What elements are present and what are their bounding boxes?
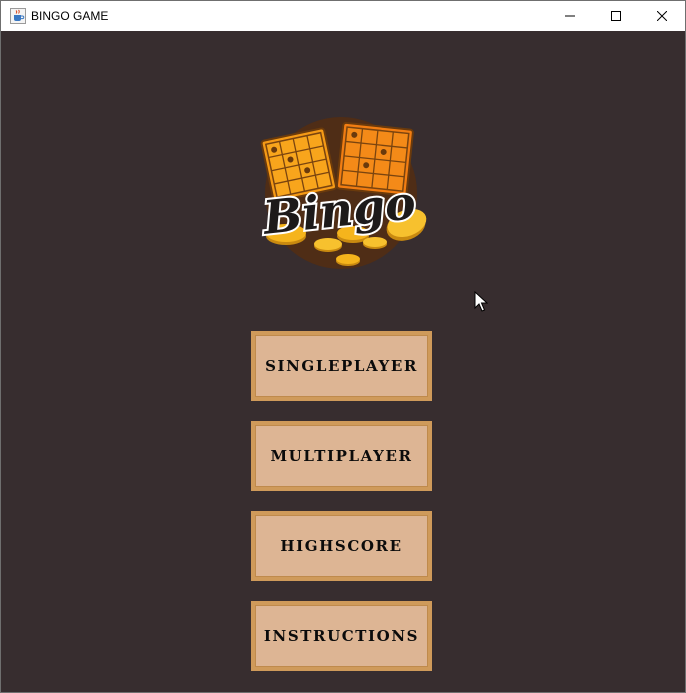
maximize-button[interactable] <box>593 1 639 31</box>
java-cup-icon <box>10 8 26 24</box>
instructions-button-label: INSTRUCTIONS <box>263 627 420 645</box>
highscore-button[interactable]: HIGHSCORE <box>251 511 432 581</box>
instructions-button[interactable]: INSTRUCTIONS <box>251 601 432 671</box>
main-panel: Bingo SINGLEPLAYER MULTIPLAYER HIGHSCORE… <box>1 31 685 692</box>
bingo-logo: Bingo <box>257 117 427 269</box>
window-title: BINGO GAME <box>31 9 109 23</box>
maximize-icon <box>611 11 621 21</box>
highscore-button-label: HIGHSCORE <box>280 537 403 555</box>
singleplayer-button[interactable]: SINGLEPLAYER <box>251 331 432 401</box>
singleplayer-button-label: SINGLEPLAYER <box>265 357 418 375</box>
minimize-icon <box>565 15 575 17</box>
mouse-pointer-icon <box>474 291 488 312</box>
app-window: BINGO GAME Bingo SINGLEPLAYER MULTIPLAYE… <box>0 0 686 693</box>
close-button[interactable] <box>639 1 685 31</box>
title-bar[interactable]: BINGO GAME <box>1 1 685 31</box>
multiplayer-button-label: MULTIPLAYER <box>270 447 413 465</box>
close-icon <box>657 11 667 21</box>
minimize-button[interactable] <box>547 1 593 31</box>
multiplayer-button[interactable]: MULTIPLAYER <box>251 421 432 491</box>
